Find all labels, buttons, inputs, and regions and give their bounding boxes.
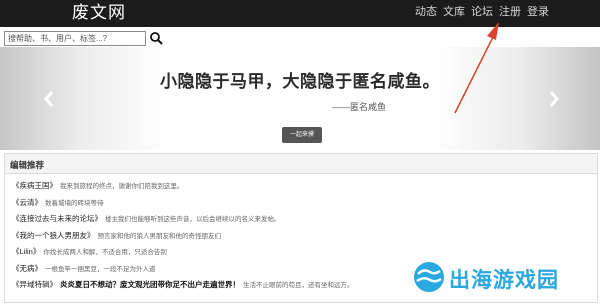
book-description: 你找长成两人和解，不适合用，只适合告别 <box>43 249 167 256</box>
nav-link-register[interactable]: 注册 <box>499 5 521 19</box>
search-input[interactable] <box>4 31 146 46</box>
nav-link-forum[interactable]: 论坛 <box>471 5 493 19</box>
nav-link-login[interactable]: 登录 <box>527 5 549 19</box>
list-item[interactable]: 《异域特辑》 炎炎夏日不想动？废文观光团带你足不出户走遍世界！ 生活不止眼前的苟且，… <box>12 279 354 291</box>
hero-subtitle: ——匿名咸鱼 <box>332 102 387 112</box>
chevron-left-icon[interactable] <box>42 89 56 109</box>
book-title[interactable]: 《连接过去与未来的论坛》 <box>12 214 102 223</box>
panel-title: 编辑推荐 <box>10 160 45 170</box>
list-item[interactable]: 《云清》 数着城墙的砖块等待 <box>12 197 104 209</box>
nav-links: 动态 文库 论坛 注册 登录 <box>415 5 549 19</box>
search-bar <box>0 29 600 47</box>
nav-link-dynamics[interactable]: 动态 <box>415 5 437 19</box>
top-navbar: 废文网 动态 文库 论坛 注册 登录 <box>0 0 600 27</box>
book-title[interactable]: 《我的一个狼人男朋友》 <box>12 231 95 240</box>
book-title[interactable]: 《Lilin》 <box>12 247 40 256</box>
list-item[interactable]: 《连接过去与未来的论坛》 楼主我们也能够听到这些声音，以后会继续以的名义来发帖。 <box>12 213 281 225</box>
chevron-right-icon[interactable] <box>547 89 561 109</box>
join-button[interactable]: 一起来摸 <box>282 127 322 143</box>
panel-heading: 编辑推荐 <box>5 154 597 174</box>
book-title[interactable]: 《云清》 <box>12 198 42 207</box>
list-item[interactable]: 《Lilin》 你找长成两人和解，不适合用，只适合告别 <box>12 246 167 258</box>
hero-carousel: 小隐隐于马甲，大隐隐于匿名咸鱼。 ——匿名咸鱼 一起来摸 <box>0 47 600 150</box>
nav-link-library[interactable]: 文库 <box>443 5 465 19</box>
book-extra-description: 生活不止眼前的苟且，还有坐和远方。 <box>243 282 354 289</box>
hero-title: 小隐隐于马甲，大隐隐于匿名咸鱼。 <box>160 72 440 91</box>
book-description: 预言家和他的狼人男朋友和他的奇怪朋友们 <box>97 233 222 240</box>
book-description: 我来到旅程的终点，谢谢你们陪我到这里。 <box>60 183 184 190</box>
search-icon[interactable] <box>149 31 163 45</box>
book-title[interactable]: 《异域特辑》 <box>12 280 57 289</box>
list-item[interactable]: 《无病》 一根鱼竿一捆黑豆，一段不足为外人道 <box>12 263 156 275</box>
book-description: 炎炎夏日不想动？废文观光团带你足不出户走遍世界！ <box>60 280 240 289</box>
list-item[interactable]: 《疾病王国》 我来到旅程的终点，谢谢你们陪我到这里。 <box>12 180 184 192</box>
book-title[interactable]: 《疾病王国》 <box>12 181 57 190</box>
book-description: 楼主我们也能够听到这些声音，以后会继续以的名义来发帖。 <box>105 216 281 223</box>
book-title[interactable]: 《无病》 <box>12 264 42 273</box>
list-item[interactable]: 《我的一个狼人男朋友》 预言家和他的狼人男朋友和他的奇怪朋友们 <box>12 230 221 242</box>
book-description: 一根鱼竿一捆黑豆，一段不足为外人道 <box>45 266 156 273</box>
book-description: 数着城墙的砖块等待 <box>45 200 104 207</box>
site-brand[interactable]: 废文网 <box>72 3 126 23</box>
